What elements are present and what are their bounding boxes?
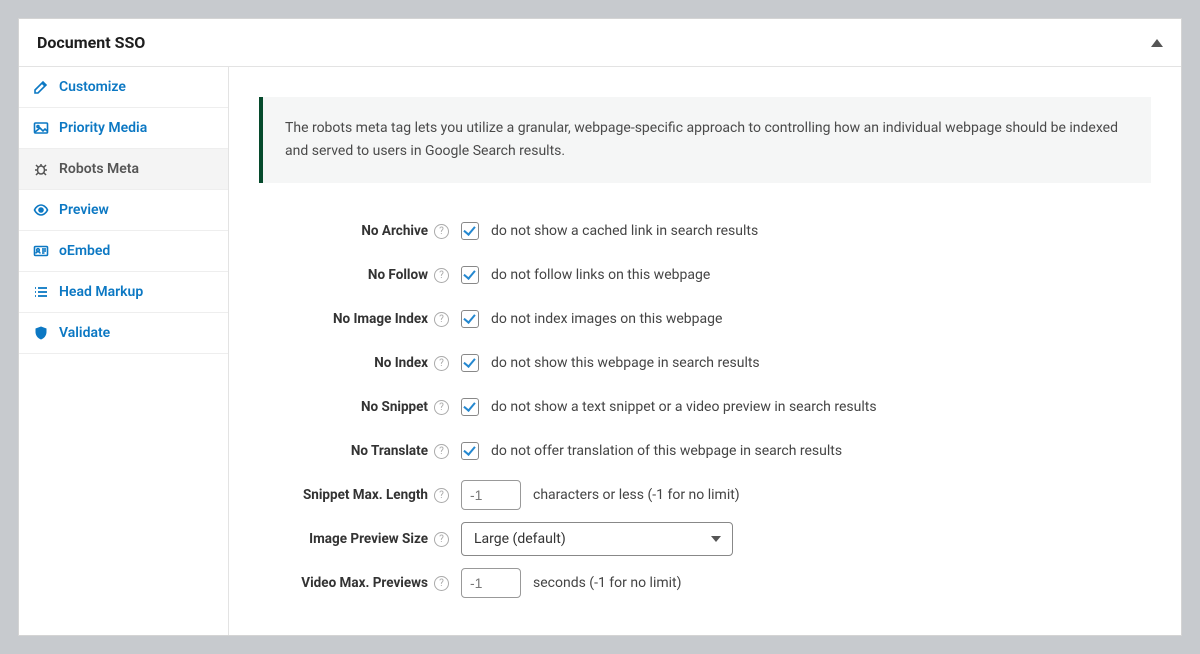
row-desc: do not index images on this webpage [491,311,722,327]
main-content: The robots meta tag lets you utilize a g… [229,67,1181,635]
row-no-index: No Index ? do not show this webpage in s… [259,341,1151,385]
row-suffix: seconds (-1 for no limit) [533,575,682,591]
eye-icon [33,202,49,218]
row-desc: do not follow links on this webpage [491,267,710,283]
row-no-follow: No Follow ? do not follow links on this … [259,253,1151,297]
sidebar-item-label: Head Markup [59,284,143,300]
help-icon[interactable]: ? [434,268,449,283]
bug-icon [33,161,49,177]
sidebar-item-robots-meta[interactable]: Robots Meta [19,149,228,190]
help-icon[interactable]: ? [434,576,449,591]
snippet-max-input[interactable] [461,480,521,510]
row-desc: do not show a cached link in search resu… [491,223,758,239]
sidebar-item-label: Priority Media [59,120,147,136]
sidebar-item-label: oEmbed [59,243,110,259]
row-desc: do not show a text snippet or a video pr… [491,399,877,415]
sidebar-item-label: Validate [59,325,110,341]
collapse-toggle-icon[interactable] [1151,39,1163,47]
no-image-index-checkbox[interactable] [461,310,479,328]
row-no-snippet: No Snippet ? do not show a text snippet … [259,385,1151,429]
sidebar-item-customize[interactable]: Customize [19,67,228,108]
sidebar-item-label: Preview [59,202,109,218]
document-sso-panel: Document SSO Customize Priority Media [18,18,1182,636]
row-desc: do not show this webpage in search resul… [491,355,760,371]
video-max-input[interactable] [461,568,521,598]
row-label: Image Preview Size [309,531,428,547]
sidebar-item-label: Robots Meta [59,161,139,177]
info-box: The robots meta tag lets you utilize a g… [259,97,1151,183]
help-icon[interactable]: ? [434,532,449,547]
row-suffix: characters or less (-1 for no limit) [533,487,740,503]
no-archive-checkbox[interactable] [461,222,479,240]
id-card-icon [33,243,49,259]
help-icon[interactable]: ? [434,224,449,239]
row-snippet-max: Snippet Max. Length ? characters or less… [259,473,1151,517]
no-follow-checkbox[interactable] [461,266,479,284]
no-index-checkbox[interactable] [461,354,479,372]
sidebar-item-validate[interactable]: Validate [19,313,228,354]
panel-header: Document SSO [19,19,1181,67]
row-label: No Snippet [361,399,428,415]
shield-icon [33,325,49,341]
no-snippet-checkbox[interactable] [461,398,479,416]
row-no-translate: No Translate ? do not offer translation … [259,429,1151,473]
sidebar-item-preview[interactable]: Preview [19,190,228,231]
sidebar: Customize Priority Media Robots Meta Pre… [19,67,229,635]
edit-icon [33,79,49,95]
help-icon[interactable]: ? [434,312,449,327]
sidebar-item-label: Customize [59,79,126,95]
row-no-archive: No Archive ? do not show a cached link i… [259,209,1151,253]
panel-title: Document SSO [37,33,145,52]
row-video-max: Video Max. Previews ? seconds (-1 for no… [259,561,1151,605]
sidebar-item-head-markup[interactable]: Head Markup [19,272,228,313]
row-desc: do not offer translation of this webpage… [491,443,842,459]
help-icon[interactable]: ? [434,488,449,503]
sidebar-item-priority-media[interactable]: Priority Media [19,108,228,149]
image-icon [33,120,49,136]
panel-body: Customize Priority Media Robots Meta Pre… [19,67,1181,635]
help-icon[interactable]: ? [434,356,449,371]
help-icon[interactable]: ? [434,444,449,459]
no-translate-checkbox[interactable] [461,442,479,460]
row-image-preview: Image Preview Size ? Large (default) [259,517,1151,561]
row-label: No Follow [368,267,428,283]
row-label: Video Max. Previews [301,575,428,591]
row-label: Snippet Max. Length [303,487,428,503]
row-label: No Image Index [333,311,428,327]
row-no-image-index: No Image Index ? do not index images on … [259,297,1151,341]
row-label: No Index [374,355,428,371]
sidebar-item-oembed[interactable]: oEmbed [19,231,228,272]
image-preview-select[interactable]: Large (default) [461,522,733,556]
row-label: No Archive [361,223,428,239]
list-icon [33,284,49,300]
help-icon[interactable]: ? [434,400,449,415]
row-label: No Translate [351,443,428,459]
